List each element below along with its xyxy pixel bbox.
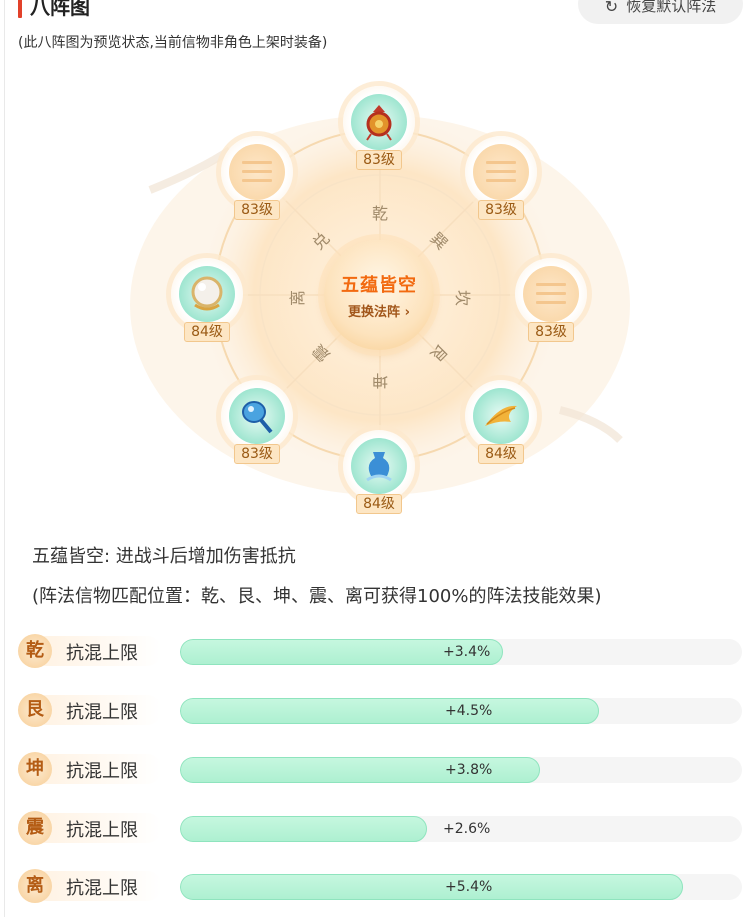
trigram-qian: 乾 bbox=[371, 204, 388, 223]
slot-level: 83级 bbox=[478, 200, 524, 220]
stat-bar-track: +2.6% bbox=[180, 816, 742, 842]
position-badge: 艮 bbox=[18, 693, 52, 727]
trigram-kun: 坤 bbox=[372, 371, 389, 390]
reset-label: 恢复默认阵法 bbox=[626, 0, 717, 15]
title-accent-bar bbox=[18, 0, 22, 18]
position-badge: 乾 bbox=[18, 634, 52, 668]
stat-value: +5.4% bbox=[445, 879, 493, 895]
change-formation-label: 更换法阵 › bbox=[348, 301, 410, 320]
formation-name: 五蕴皆空 bbox=[341, 274, 417, 296]
slot-level: 84级 bbox=[478, 444, 524, 464]
slot-level: 84级 bbox=[184, 322, 230, 342]
slot-level: 83级 bbox=[234, 200, 280, 220]
stat-row: 离 抗混上限 +5.4% bbox=[18, 867, 743, 907]
position-match-note: (阵法信物匹配位置：乾、艮、坤、震、离可获得100%的阵法技能效果) bbox=[32, 586, 602, 607]
chevron-right-icon: › bbox=[400, 304, 410, 320]
stat-name: 抗混上限 bbox=[66, 643, 138, 664]
page-title: 八阵图 bbox=[30, 0, 90, 19]
change-formation-text: 更换法阵 bbox=[348, 304, 401, 320]
stat-bar-track: +5.4% bbox=[180, 874, 742, 900]
change-formation-button[interactable]: 五蕴皆空 更换法阵 › bbox=[324, 240, 434, 350]
empty-trigram-icon bbox=[473, 144, 529, 200]
blue-vase-icon bbox=[351, 438, 407, 494]
position-badge: 震 bbox=[18, 811, 52, 845]
stat-bar-fill bbox=[180, 874, 683, 900]
stat-row: 乾 抗混上限 +3.4% bbox=[18, 632, 743, 672]
stat-name: 抗混上限 bbox=[66, 761, 138, 782]
pearl-orb-icon bbox=[179, 266, 235, 322]
reset-default-formation-button[interactable]: ↻ 恢复默认阵法 bbox=[578, 0, 743, 24]
trigram-li: 离 bbox=[288, 290, 307, 307]
position-badge: 坤 bbox=[18, 752, 52, 786]
formation-effect: 五蕴皆空: 进战斗后增加伤害抵抗 bbox=[32, 546, 296, 567]
stat-bar-fill bbox=[180, 698, 599, 724]
slot-level: 83级 bbox=[528, 322, 574, 342]
stat-value: +3.8% bbox=[445, 762, 493, 778]
stat-name: 抗混上限 bbox=[66, 878, 138, 899]
refresh-icon: ↻ bbox=[604, 0, 619, 16]
preview-note: (此八阵图为预览状态,当前信物非角色上架时装备) bbox=[18, 35, 328, 51]
stat-bar-track: +3.4% bbox=[180, 639, 742, 665]
red-knot-charm-icon bbox=[351, 94, 407, 150]
slot-level: 83级 bbox=[234, 444, 280, 464]
golden-feather-icon bbox=[473, 388, 529, 444]
trigram-kan: 坎 bbox=[453, 289, 472, 306]
stat-row: 坤 抗混上限 +3.8% bbox=[18, 750, 743, 790]
stat-value: +3.4% bbox=[443, 644, 491, 660]
empty-trigram-icon bbox=[523, 266, 579, 322]
stat-bar-fill bbox=[180, 816, 427, 842]
stat-bar-track: +3.8% bbox=[180, 757, 742, 783]
stat-name: 抗混上限 bbox=[66, 820, 138, 841]
stat-value: +4.5% bbox=[445, 703, 493, 719]
stat-bar-track: +4.5% bbox=[180, 698, 742, 724]
slot-level: 83级 bbox=[356, 150, 402, 170]
blue-mirror-icon bbox=[229, 388, 285, 444]
slot-level: 84级 bbox=[356, 494, 402, 514]
position-badge: 离 bbox=[18, 869, 52, 903]
stat-name: 抗混上限 bbox=[66, 702, 138, 723]
formation-diagram: 乾 巽 坎 艮 坤 震 离 兑 五蕴皆空 更换法阵 › 83级 83级 83级 bbox=[0, 80, 751, 530]
stat-value: +2.6% bbox=[443, 821, 491, 837]
empty-trigram-icon bbox=[229, 144, 285, 200]
stat-row: 震 抗混上限 +2.6% bbox=[18, 809, 743, 849]
stat-row: 艮 抗混上限 +4.5% bbox=[18, 691, 743, 731]
